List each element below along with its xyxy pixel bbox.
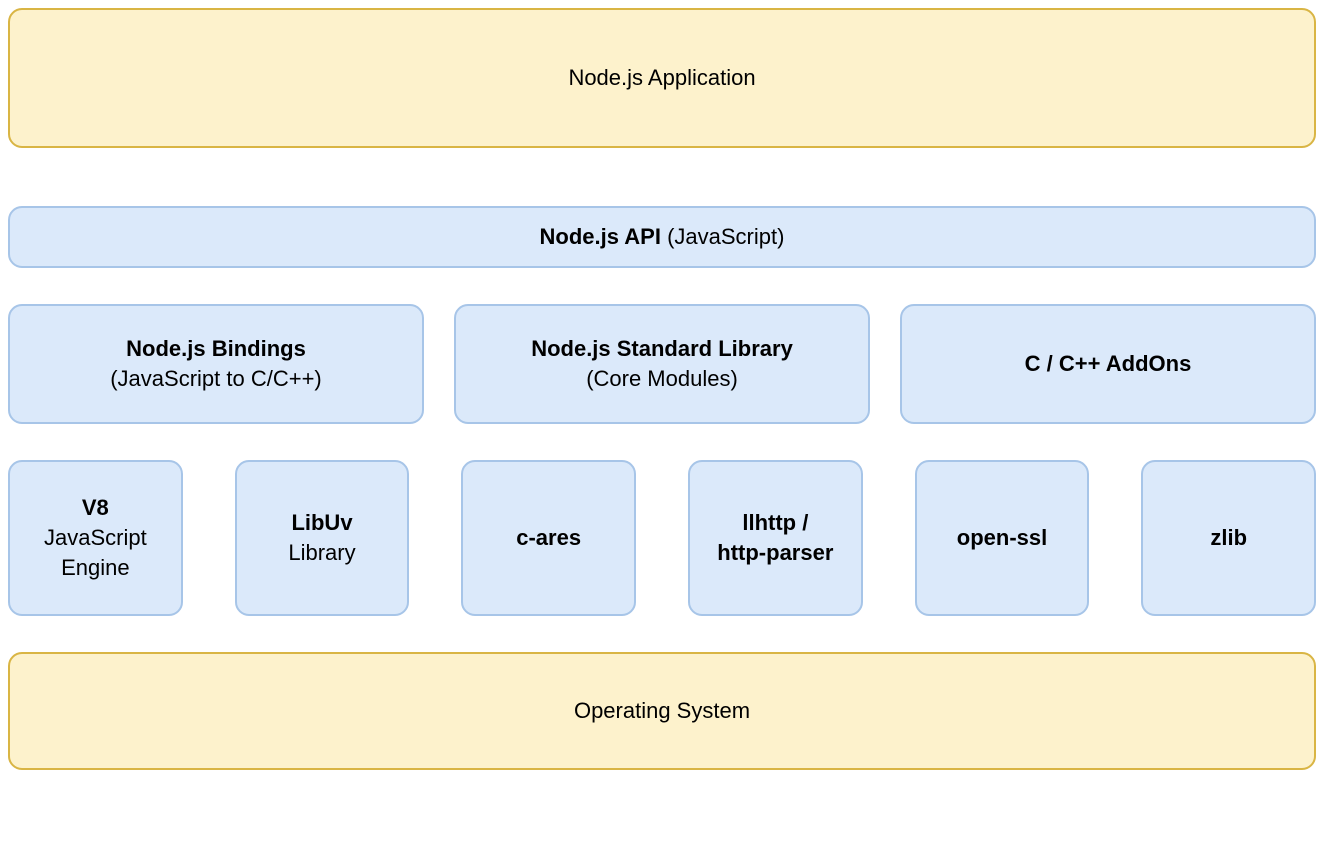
box-libuv: LibUv Library (235, 460, 410, 616)
bindings-bold: Node.js Bindings (126, 334, 306, 364)
box-stdlib: Node.js Standard Library (Core Modules) (454, 304, 870, 424)
gap (8, 148, 1316, 206)
llhttp-bold2: http-parser (717, 538, 833, 568)
stdlib-bold: Node.js Standard Library (531, 334, 793, 364)
stdlib-sub: (Core Modules) (586, 364, 738, 394)
api-suffix: (JavaScript) (661, 224, 784, 249)
layer-libs-row: V8 JavaScript Engine LibUv Library c-are… (8, 460, 1316, 616)
zlib-bold: zlib (1210, 523, 1247, 553)
api-bold: Node.js API (540, 224, 661, 249)
box-cares: c-ares (461, 460, 636, 616)
libuv-sub: Library (288, 538, 355, 568)
addons-bold: C / C++ AddOns (1025, 349, 1192, 379)
layer-middle-row: Node.js Bindings (JavaScript to C/C++) N… (8, 304, 1316, 424)
os-label: Operating System (574, 696, 750, 726)
layer-application: Node.js Application (8, 8, 1316, 148)
v8-bold: V8 (82, 493, 109, 523)
box-v8: V8 JavaScript Engine (8, 460, 183, 616)
gap (8, 424, 1316, 460)
box-llhttp: llhttp / http-parser (688, 460, 863, 616)
bindings-sub: (JavaScript to C/C++) (110, 364, 322, 394)
gap (8, 268, 1316, 304)
box-addons: C / C++ AddOns (900, 304, 1316, 424)
layer-os: Operating System (8, 652, 1316, 770)
diagram-container: Node.js Application Node.js API (JavaScr… (8, 8, 1316, 770)
v8-sub: JavaScript Engine (10, 523, 181, 582)
box-zlib: zlib (1141, 460, 1316, 616)
cares-bold: c-ares (516, 523, 581, 553)
application-label: Node.js Application (568, 63, 755, 93)
box-bindings: Node.js Bindings (JavaScript to C/C++) (8, 304, 424, 424)
box-openssl: open-ssl (915, 460, 1090, 616)
gap (8, 616, 1316, 652)
llhttp-bold: llhttp / (742, 508, 808, 538)
openssl-bold: open-ssl (957, 523, 1047, 553)
libuv-bold: LibUv (291, 508, 352, 538)
layer-api: Node.js API (JavaScript) (8, 206, 1316, 268)
api-label: Node.js API (JavaScript) (540, 222, 785, 252)
